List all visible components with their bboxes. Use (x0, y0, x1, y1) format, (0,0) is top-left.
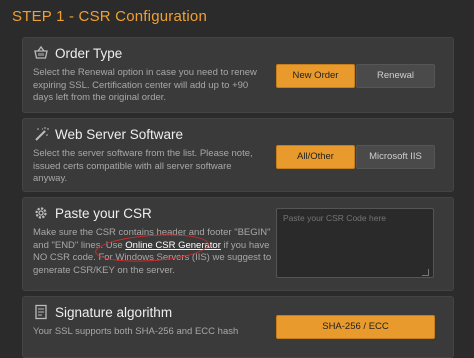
server-software-section: Web Server Software Select the server so… (22, 118, 454, 192)
document-icon (33, 304, 49, 320)
new-order-button[interactable]: New Order (276, 64, 355, 88)
microsoft-iis-button[interactable]: Microsoft IIS (356, 145, 435, 169)
online-csr-generator-link[interactable]: Online CSR Generator (125, 240, 221, 251)
renewal-button[interactable]: Renewal (356, 64, 435, 88)
server-software-description: Select the server software from the list… (33, 148, 253, 184)
sha256-ecc-button[interactable]: SHA-256 / ECC (276, 315, 435, 339)
signature-header: Signature algorithm (33, 304, 172, 320)
signature-title: Signature algorithm (55, 304, 173, 320)
signature-description: Your SSL supports both SHA-256 and ECC h… (33, 326, 239, 337)
all-other-button[interactable]: All/Other (276, 145, 355, 169)
server-software-title: Web Server Software (55, 126, 184, 142)
order-type-section: Order Type Select the Renewal option in … (22, 37, 454, 113)
magic-wand-icon (33, 126, 49, 142)
paste-csr-description: Make sure the CSR contains header and fo… (33, 227, 273, 277)
order-type-header: Order Type (33, 45, 122, 61)
textarea-resize-handle[interactable] (422, 269, 429, 276)
paste-csr-section: Paste your CSR Make sure the CSR contain… (22, 197, 454, 291)
server-software-header: Web Server Software (33, 126, 183, 142)
paste-csr-title: Paste your CSR (55, 205, 152, 221)
csr-code-textarea[interactable] (276, 208, 434, 278)
shopping-basket-icon (33, 45, 49, 61)
order-type-description: Select the Renewal option in case you ne… (33, 67, 257, 103)
signature-section: Signature algorithm Your SSL supports bo… (22, 296, 454, 358)
gear-icon (33, 205, 49, 221)
paste-csr-header: Paste your CSR (33, 205, 152, 221)
page-title: STEP 1 - CSR Configuration (12, 8, 208, 25)
order-type-title: Order Type (55, 45, 123, 61)
